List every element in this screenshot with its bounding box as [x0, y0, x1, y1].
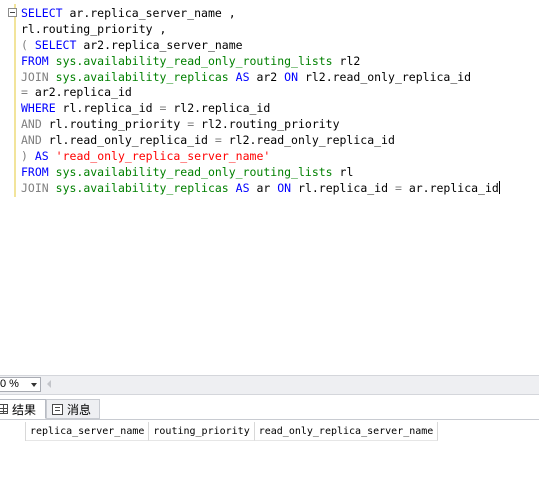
- code-token: ar2: [249, 69, 285, 84]
- code-token: rl2.read_only_replica_id: [221, 133, 395, 148]
- code-line[interactable]: = ar2.replica_id: [21, 85, 500, 101]
- code-line[interactable]: rl.routing_priority ,: [21, 22, 500, 38]
- code-token: AS: [235, 180, 250, 195]
- code-token: rl: [332, 164, 354, 179]
- code-token: rl2.routing_priority: [194, 117, 340, 132]
- code-token: 'read_only_replica_server_name': [55, 149, 271, 164]
- code-token: JOIN: [21, 180, 49, 195]
- code-token: rl.replica_id: [55, 101, 160, 116]
- code-token: JOIN: [21, 69, 49, 84]
- code-token: rl2.read_only_replica_id: [298, 69, 472, 84]
- grid-header-row: replica_server_name routing_priority rea…: [0, 422, 439, 441]
- editor-status-bar: 0 %: [0, 375, 539, 395]
- column-header[interactable]: replica_server_name: [26, 422, 150, 441]
- code-token: AS: [235, 69, 250, 84]
- grid-icon: [0, 404, 8, 414]
- code-line[interactable]: FROM sys.availability_read_only_routing_…: [21, 54, 500, 70]
- code-token: (: [21, 37, 35, 52]
- code-token: SELECT: [34, 37, 77, 52]
- code-token: ): [21, 149, 28, 164]
- results-tabstrip: 结果 消息: [0, 397, 539, 420]
- code-token: AND: [21, 133, 42, 148]
- code-token: ar.replica_server_name ,: [62, 6, 236, 20]
- sql-code[interactable]: SELECT ar.replica_server_name , rl.routin…: [21, 6, 500, 197]
- code-token: sys.availability_replicas: [55, 69, 229, 84]
- code-line[interactable]: ( SELECT ar2.replica_server_name: [21, 38, 500, 54]
- code-line[interactable]: SELECT ar.replica_server_name ,: [21, 6, 500, 22]
- tab-results-label: 结果: [12, 402, 37, 417]
- code-token: AS: [34, 149, 49, 164]
- code-token: FROM: [21, 164, 49, 179]
- results-grid[interactable]: replica_server_name routing_priority rea…: [0, 420, 539, 482]
- code-token: =: [214, 133, 222, 148]
- zoom-dropdown[interactable]: 0 %: [0, 377, 41, 392]
- grid-corner-cell[interactable]: [0, 422, 26, 441]
- code-token: =: [394, 180, 402, 195]
- tab-messages-label: 消息: [67, 402, 92, 417]
- message-icon: [52, 403, 63, 415]
- code-token: =: [21, 85, 28, 100]
- code-token: ar2.replica_id: [27, 85, 132, 100]
- code-token: ar: [249, 180, 278, 195]
- code-token: rl2.replica_id: [166, 101, 271, 116]
- code-token: sys.availability_read_only_routing_lists: [55, 53, 333, 68]
- tab-messages[interactable]: 消息: [46, 399, 100, 419]
- code-line[interactable]: AND rl.routing_priority = rl2.routing_pr…: [21, 117, 500, 133]
- code-token: rl2: [332, 53, 361, 68]
- code-token: rl.replica_id: [291, 180, 395, 195]
- code-line[interactable]: WHERE rl.replica_id = rl2.replica_id: [21, 101, 500, 117]
- code-token: sys.availability_read_only_routing_lists: [55, 164, 333, 179]
- code-token: FROM: [21, 53, 49, 68]
- column-header[interactable]: read_only_replica_server_name: [254, 422, 439, 441]
- chevron-down-icon[interactable]: [31, 383, 37, 387]
- code-token: ON: [277, 180, 292, 195]
- code-token: ON: [284, 69, 299, 84]
- code-line[interactable]: JOIN sys.availability_replicas AS ar ON …: [21, 180, 500, 197]
- code-line[interactable]: ) AS 'read_only_replica_server_name': [21, 149, 500, 165]
- code-line[interactable]: FROM sys.availability_read_only_routing_…: [21, 165, 500, 181]
- collapse-outline-icon[interactable]: [8, 8, 17, 17]
- change-tracking-bar: [14, 4, 16, 197]
- query-editor[interactable]: SELECT ar.replica_server_name , rl.routin…: [0, 0, 539, 374]
- tab-results[interactable]: 结果: [0, 399, 46, 419]
- code-token: rl.routing_priority: [41, 117, 188, 132]
- code-token: rl.routing_priority ,: [21, 21, 167, 36]
- code-token: AND: [21, 117, 42, 132]
- code-token: sys.availability_replicas: [55, 180, 229, 195]
- code-token: WHERE: [21, 101, 56, 116]
- code-token: SELECT: [21, 6, 63, 20]
- code-line[interactable]: JOIN sys.availability_replicas AS ar2 ON…: [21, 70, 500, 86]
- text-caret: [498, 180, 500, 194]
- scroll-left-arrow-icon[interactable]: [47, 380, 51, 388]
- zoom-value: 0 %: [0, 378, 19, 390]
- code-line[interactable]: AND rl.read_only_replica_id = rl2.read_o…: [21, 133, 500, 149]
- code-token: rl.read_only_replica_id: [41, 133, 215, 148]
- column-header[interactable]: routing_priority: [149, 422, 255, 441]
- code-token: ar.replica_id: [401, 180, 499, 195]
- code-token: ar2.replica_server_name: [76, 37, 243, 52]
